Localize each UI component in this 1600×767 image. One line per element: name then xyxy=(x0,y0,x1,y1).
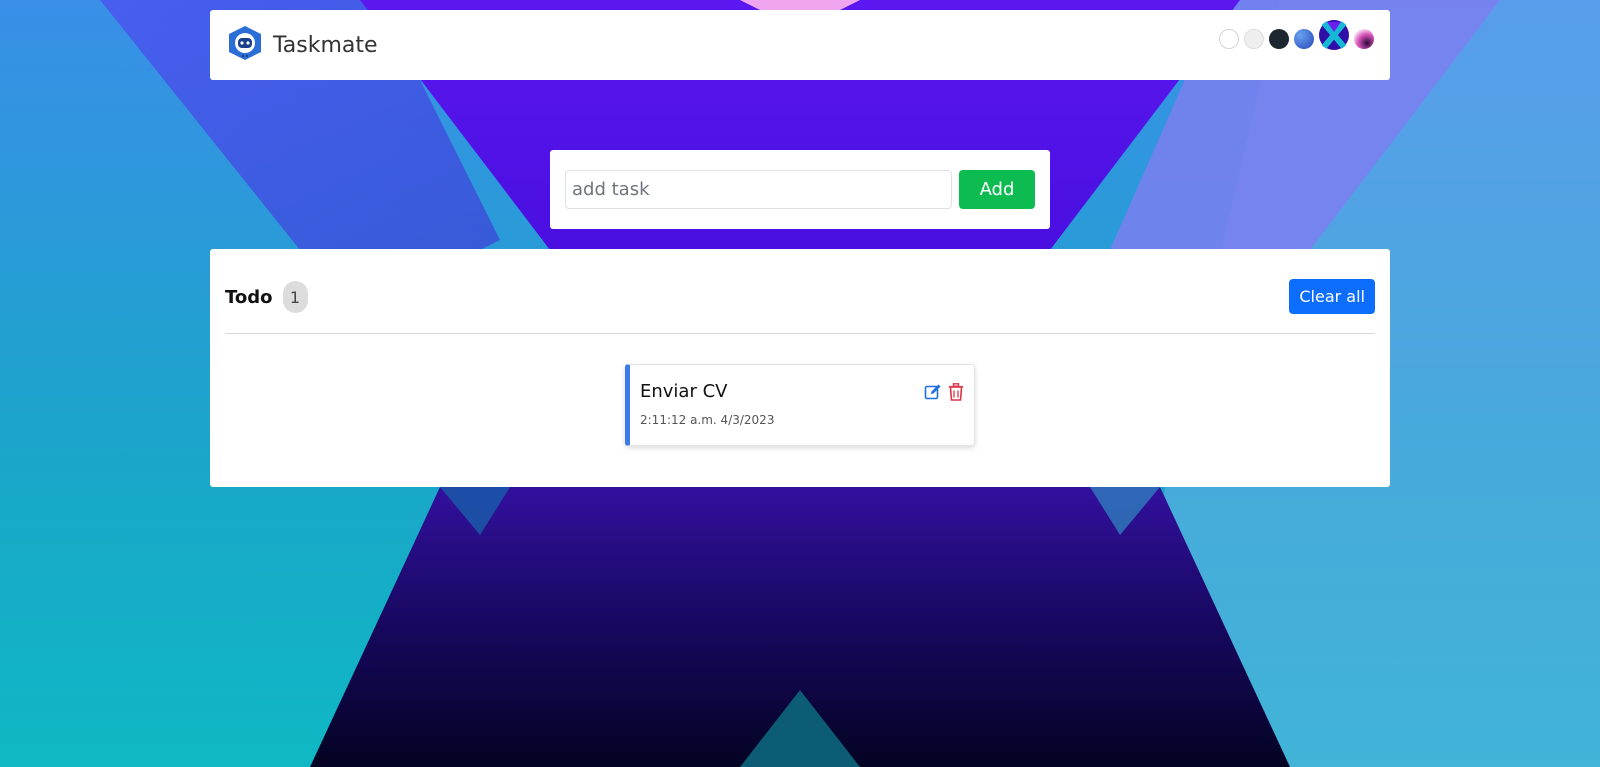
todo-header: Todo 1 xyxy=(225,281,308,313)
todo-panel: Todo 1 Clear all Enviar CV 2:11:12 a.m. … xyxy=(210,249,1390,487)
add-task-card: Add xyxy=(550,150,1050,229)
theme-gradient-swatch-active[interactable] xyxy=(1319,20,1349,50)
theme-blue-swatch[interactable] xyxy=(1294,29,1314,49)
delete-icon[interactable] xyxy=(948,383,964,401)
theme-light-gray-swatch[interactable] xyxy=(1244,29,1264,49)
task-name: Enviar CV xyxy=(640,381,728,402)
theme-light-swatch[interactable] xyxy=(1219,29,1239,49)
add-button[interactable]: Add xyxy=(959,170,1035,209)
brand-name: Taskmate xyxy=(273,32,378,58)
task-item: Enviar CV 2:11:12 a.m. 4/3/2023 xyxy=(625,364,975,446)
task-actions xyxy=(924,383,964,401)
brand[interactable]: Taskmate xyxy=(226,25,378,65)
clear-all-button[interactable]: Clear all xyxy=(1289,279,1375,314)
robot-logo-icon xyxy=(226,25,264,65)
todo-title: Todo xyxy=(225,286,273,308)
edit-icon[interactable] xyxy=(924,383,942,401)
theme-dark-swatch[interactable] xyxy=(1269,29,1289,49)
task-count-badge: 1 xyxy=(282,281,308,313)
task-timestamp: 2:11:12 a.m. 4/3/2023 xyxy=(640,413,775,427)
task-input[interactable] xyxy=(565,170,952,209)
navbar: Taskmate xyxy=(210,10,1390,80)
divider xyxy=(225,333,1375,334)
theme-pink-swatch[interactable] xyxy=(1354,29,1374,49)
theme-switcher xyxy=(1219,20,1374,50)
